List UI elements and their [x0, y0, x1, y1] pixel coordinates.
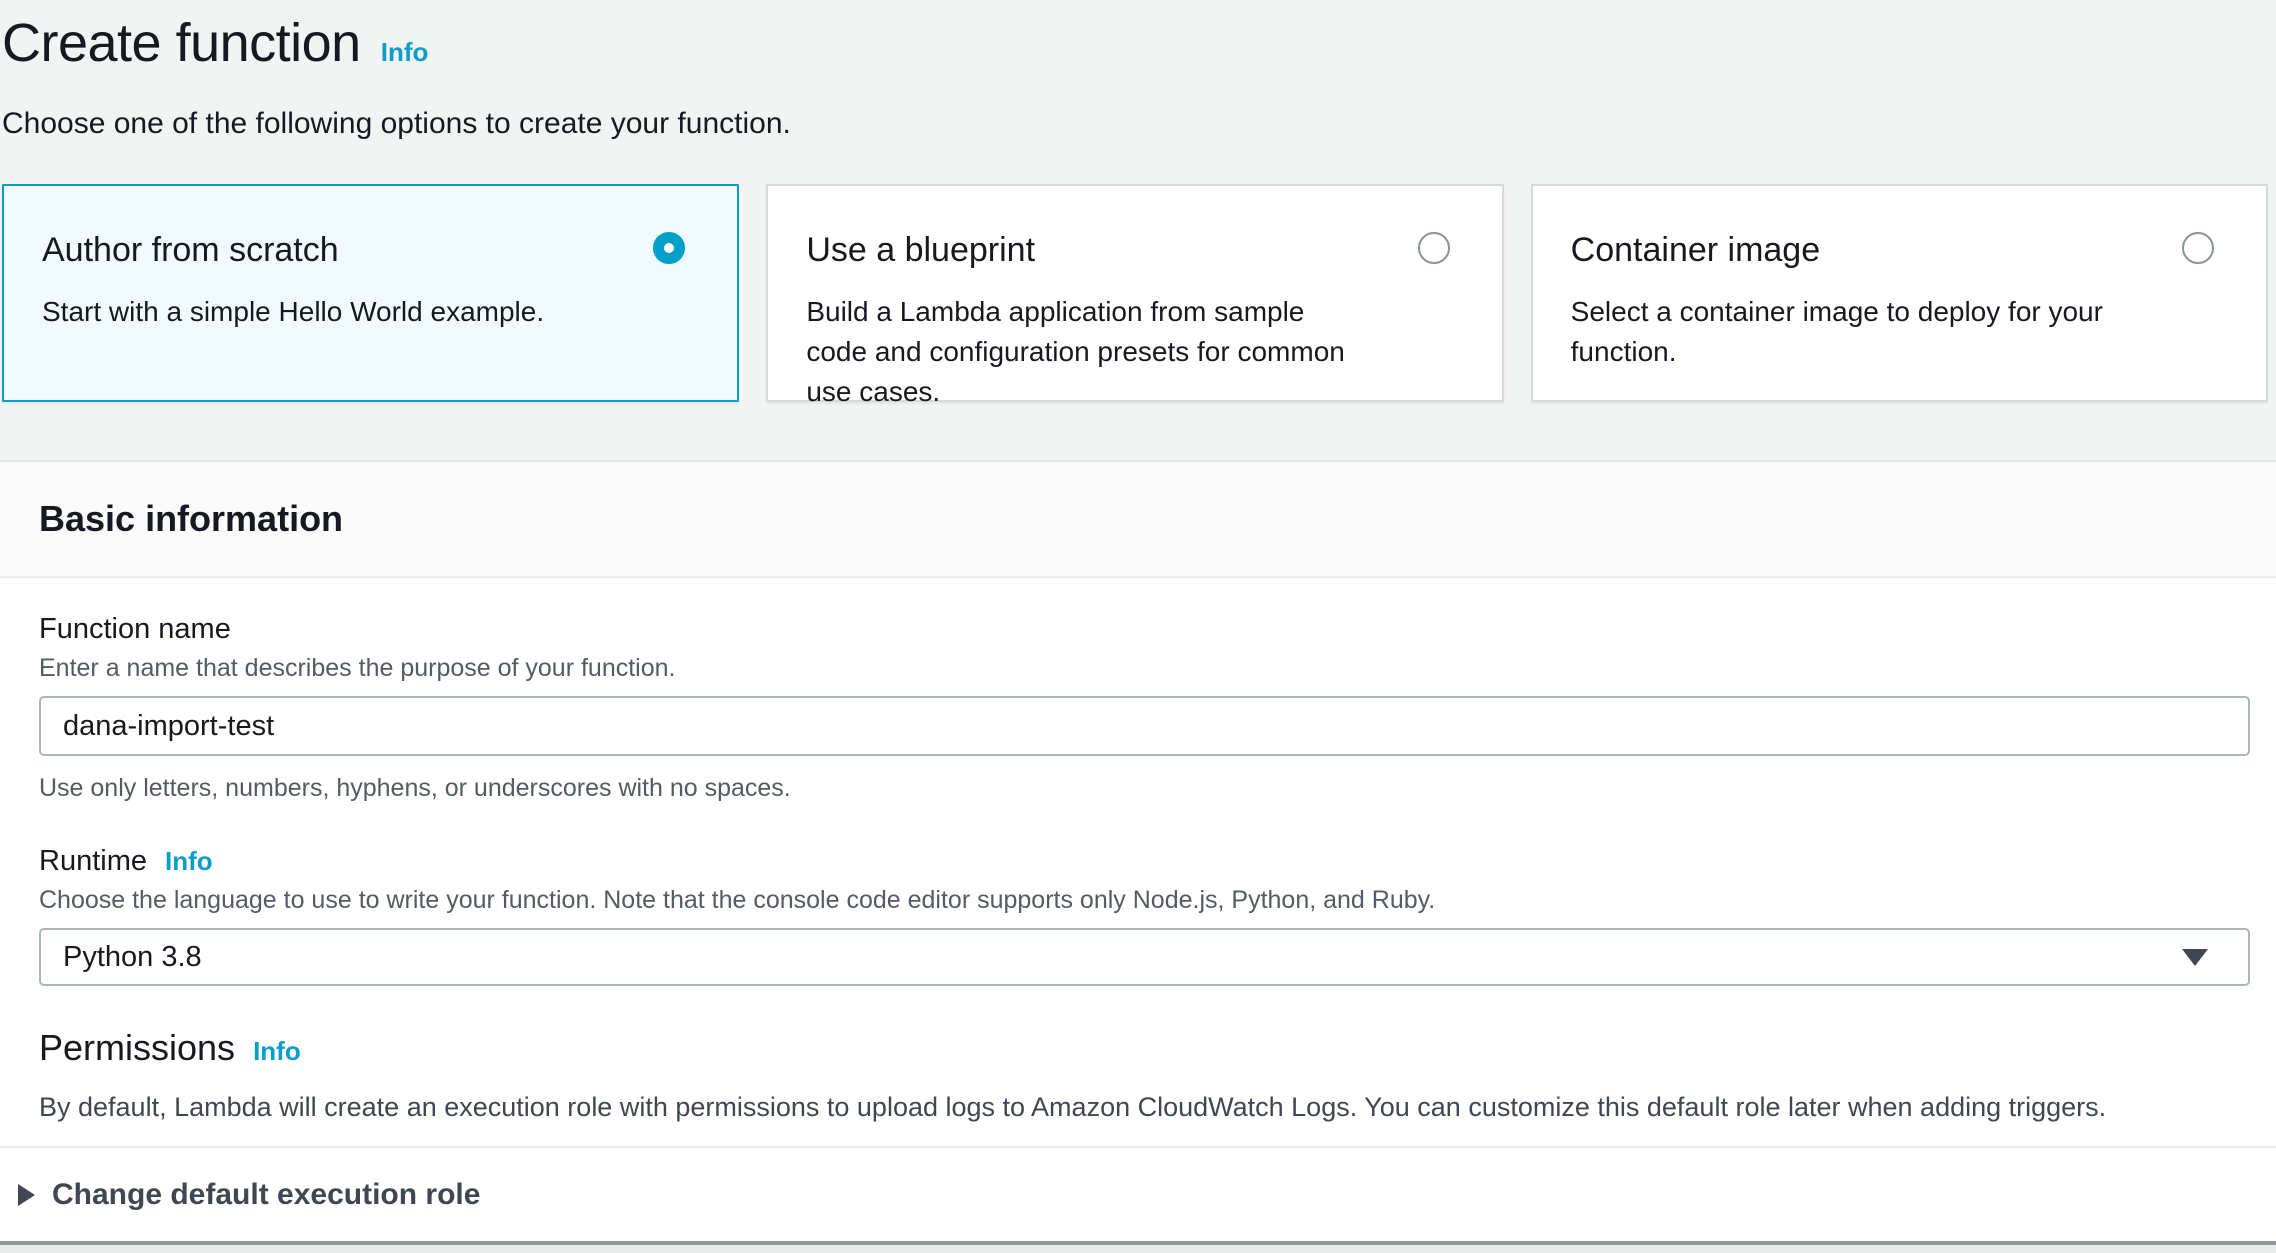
card-description: Start with a simple Hello World example. [42, 292, 697, 332]
runtime-selected-value: Python 3.8 [63, 941, 202, 974]
creation-option-cards: Author from scratch Start with a simple … [2, 184, 2268, 402]
card-title: Author from scratch [42, 230, 697, 270]
expander-label: Change default execution role [52, 1178, 480, 1212]
permissions-description: By default, Lambda will create an execut… [39, 1088, 2250, 1126]
permissions-heading: Permissions [39, 1026, 235, 1070]
page-title: Create function [2, 12, 361, 74]
bottom-background-strip [0, 1245, 2276, 1253]
function-name-field: Function name Enter a name that describe… [39, 612, 2250, 804]
function-name-input[interactable] [39, 696, 2250, 756]
card-description: Select a container image to deploy for y… [1571, 292, 2226, 372]
card-title: Container image [1571, 230, 2226, 270]
expand-right-caret-icon [18, 1184, 35, 1206]
function-name-constraint: Use only letters, numbers, hyphens, or u… [39, 772, 2250, 804]
runtime-description: Choose the language to use to write your… [39, 884, 2250, 916]
radio-button-container-image[interactable] [2182, 232, 2214, 264]
basic-information-body: Function name Enter a name that describe… [0, 578, 2276, 1146]
permissions-info-link[interactable]: Info [253, 1036, 301, 1067]
runtime-info-link[interactable]: Info [165, 846, 213, 877]
basic-information-header: Basic information [0, 460, 2276, 578]
runtime-field: Runtime Info Choose the language to use … [39, 844, 2250, 986]
page-header: Create function Info Choose one of the f… [0, 0, 2276, 144]
function-name-label: Function name [39, 612, 231, 646]
title-row: Create function Info [2, 12, 2276, 74]
runtime-select[interactable]: Python 3.8 [39, 928, 2250, 986]
card-description: Build a Lambda application from sample c… [806, 292, 1461, 412]
permissions-heading-row: Permissions Info [39, 1026, 2250, 1070]
page-subtitle: Choose one of the following options to c… [2, 104, 2276, 144]
basic-information-heading: Basic information [39, 498, 343, 540]
caret-down-icon [2182, 949, 2208, 966]
card-use-a-blueprint[interactable]: Use a blueprint Build a Lambda applicati… [766, 184, 1503, 402]
create-function-info-link[interactable]: Info [381, 37, 429, 68]
runtime-label: Runtime [39, 844, 147, 878]
function-name-description: Enter a name that describes the purpose … [39, 652, 2250, 684]
change-default-execution-role-expander[interactable]: Change default execution role [0, 1148, 2276, 1241]
radio-button-use-a-blueprint[interactable] [1418, 232, 1450, 264]
card-title: Use a blueprint [806, 230, 1461, 270]
card-container-image[interactable]: Container image Select a container image… [1531, 184, 2268, 402]
card-author-from-scratch[interactable]: Author from scratch Start with a simple … [2, 184, 739, 402]
